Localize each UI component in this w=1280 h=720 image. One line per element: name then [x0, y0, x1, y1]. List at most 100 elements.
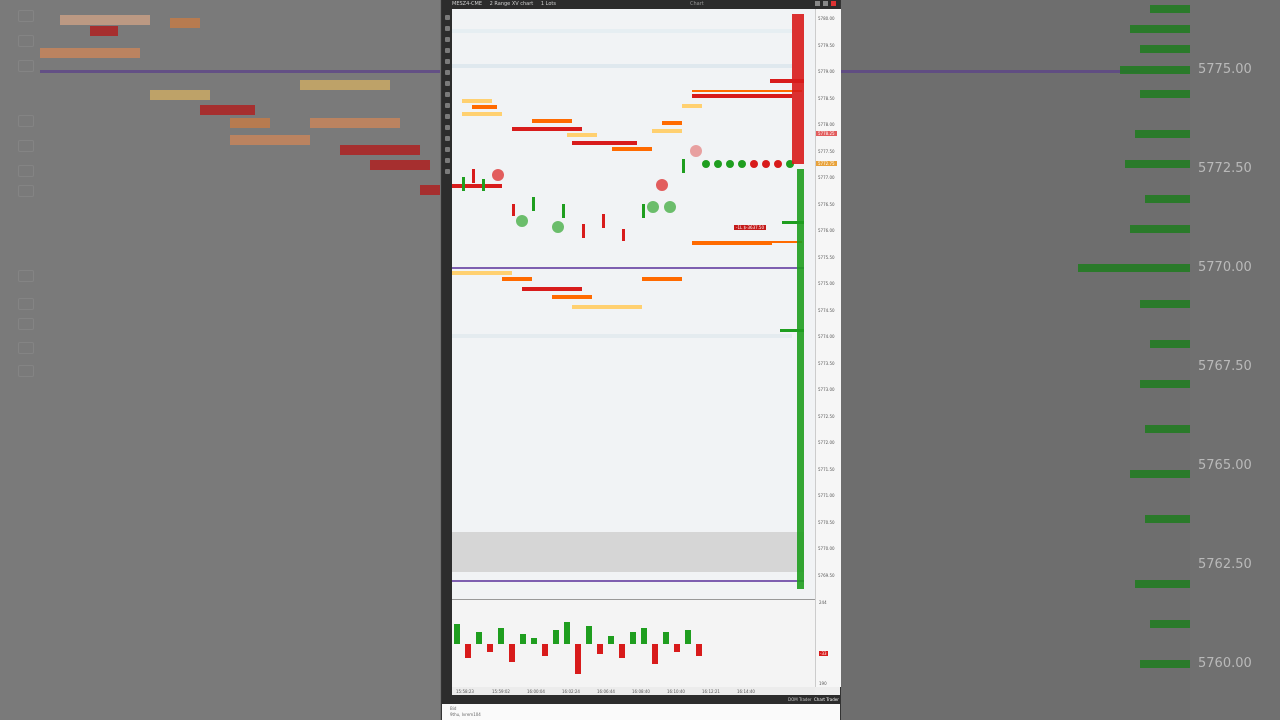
volume-buy-bar [498, 628, 504, 644]
sell-trade-marker [656, 179, 668, 191]
chart-settings[interactable]: 2 Range XV chart [490, 1, 534, 7]
buy-trade-marker [552, 221, 564, 233]
fib-tool-icon[interactable] [444, 70, 450, 75]
blurred-price-label: 5760.00 [1198, 656, 1252, 671]
arrow-tool-icon[interactable] [444, 92, 450, 97]
line-tool-icon[interactable] [444, 26, 450, 31]
status-line2: 9thu, Ivrem104 [450, 712, 481, 717]
toolbar-filler [442, 369, 452, 700]
stop-price-tag: 5778.25 [816, 131, 837, 136]
ruler-tool-icon[interactable] [444, 81, 450, 86]
sell-trade-marker [690, 145, 702, 157]
ask-depth-bar [770, 79, 804, 83]
volume-sell-bar [619, 644, 625, 658]
price-label: 5771.50 [818, 466, 835, 472]
price-label: 5770.00 [818, 546, 835, 551]
position-label[interactable]: -1L $-3637.50 [734, 225, 767, 230]
time-label: 16:02:24 [562, 689, 580, 694]
volume-buy-bar [531, 638, 537, 644]
time-label: 15:58:23 [456, 689, 474, 694]
volume-buy-bar [630, 632, 636, 644]
price-chart[interactable]: -1L $-3637.50 [452, 9, 815, 599]
time-label: 16:10:40 [667, 689, 685, 694]
zoom-tool-icon[interactable] [444, 125, 450, 130]
instrument-selector[interactable]: MESZ4-CME [452, 1, 482, 7]
blurred-price-label: 5772.50 [1198, 161, 1252, 176]
price-label: 5778.50 [818, 95, 835, 101]
volume-buy-bar [685, 630, 691, 644]
blurred-price-label: 5762.50 [1198, 557, 1252, 572]
volume-sell-bar [696, 644, 702, 656]
volume-marker: -33 [819, 651, 828, 656]
volume-buy-bar [608, 636, 614, 644]
close-icon[interactable] [831, 1, 836, 6]
magnet-tool-icon[interactable] [444, 136, 450, 141]
maximize-icon[interactable] [823, 1, 828, 6]
price-label: 5775.50 [818, 254, 835, 260]
price-label: 5772.50 [818, 413, 835, 419]
volume-sell-bar [575, 644, 581, 674]
price-label: 5779.50 [818, 42, 835, 48]
volume-buy-bar [553, 630, 559, 644]
volume-axis: 244 -33 190 [815, 599, 841, 687]
bid-depth-bars [797, 169, 804, 589]
status-line1: Bid [450, 706, 457, 711]
marker-tool-icon[interactable] [444, 114, 450, 119]
minimize-icon[interactable] [815, 1, 820, 6]
channel-tool-icon[interactable] [444, 103, 450, 108]
volume-buy-bar [663, 632, 669, 644]
stop-order-line[interactable] [692, 90, 802, 92]
price-label: 5774.00 [818, 334, 835, 339]
bottom-tab-bar: DOM Trader Chart Trader [442, 695, 840, 705]
buy-trade-marker [664, 201, 676, 213]
buy-trade-marker [647, 201, 659, 213]
volume-buy-bar [520, 634, 526, 644]
lots-selector[interactable]: 1 Lots [541, 1, 556, 7]
time-axis: 15:58:23 15:59:02 16:00:04 16:02:24 16:0… [452, 687, 815, 695]
status-bar: Bid 9thu, Ivrem104 [442, 704, 840, 720]
volume-sell-bar [674, 644, 680, 652]
buy-trade-marker [516, 215, 528, 227]
volume-sell-bar [542, 644, 548, 656]
target-order-line[interactable] [702, 241, 802, 243]
ask-depth-bars [792, 14, 804, 164]
lock-tool-icon[interactable] [444, 147, 450, 152]
price-label: 5777.50 [818, 148, 835, 154]
price-label: 5776.00 [818, 228, 835, 233]
volume-panel[interactable] [452, 599, 815, 688]
target-price-tag: 5772.75 [816, 161, 837, 166]
purple-level-line [452, 580, 804, 582]
eye-tool-icon[interactable] [444, 158, 450, 163]
blurred-price-label: 5770.00 [1198, 260, 1252, 275]
text-tool-icon[interactable] [444, 59, 450, 64]
cursor-tool-icon[interactable] [444, 15, 450, 20]
price-label: 5779.00 [818, 69, 835, 74]
tab-dom-trader[interactable]: DOM Trader [788, 695, 812, 704]
ray-tool-icon[interactable] [444, 37, 450, 42]
price-label: 5774.50 [818, 307, 835, 313]
blurred-price-label: 5767.50 [1198, 359, 1252, 374]
volume-buy-bar [454, 624, 460, 644]
trash-tool-icon[interactable] [444, 169, 450, 174]
window-label: Chart [690, 1, 704, 7]
volume-axis-bottom: 190 [819, 681, 827, 686]
volume-sell-bar [652, 644, 658, 664]
price-label: 5773.50 [818, 360, 835, 366]
time-label: 16:06:44 [597, 689, 615, 694]
sell-trade-marker [492, 169, 504, 181]
volume-sell-bar [509, 644, 515, 662]
price-label: 5780.00 [818, 16, 835, 21]
volume-axis-top: 244 [819, 600, 827, 605]
volume-buy-bar [641, 628, 647, 644]
time-label: 16:08:40 [632, 689, 650, 694]
price-label: 5770.50 [818, 519, 835, 525]
volume-buy-bar [564, 622, 570, 644]
price-label: 5775.00 [818, 281, 835, 286]
price-label: 5771.00 [818, 493, 835, 498]
bid-depth-bar [780, 329, 804, 332]
rectangle-tool-icon[interactable] [444, 48, 450, 53]
price-label: 5772.00 [818, 440, 835, 445]
price-label: 5773.00 [818, 387, 835, 392]
volume-buy-bar [476, 632, 482, 644]
bid-depth-bar [782, 221, 804, 224]
